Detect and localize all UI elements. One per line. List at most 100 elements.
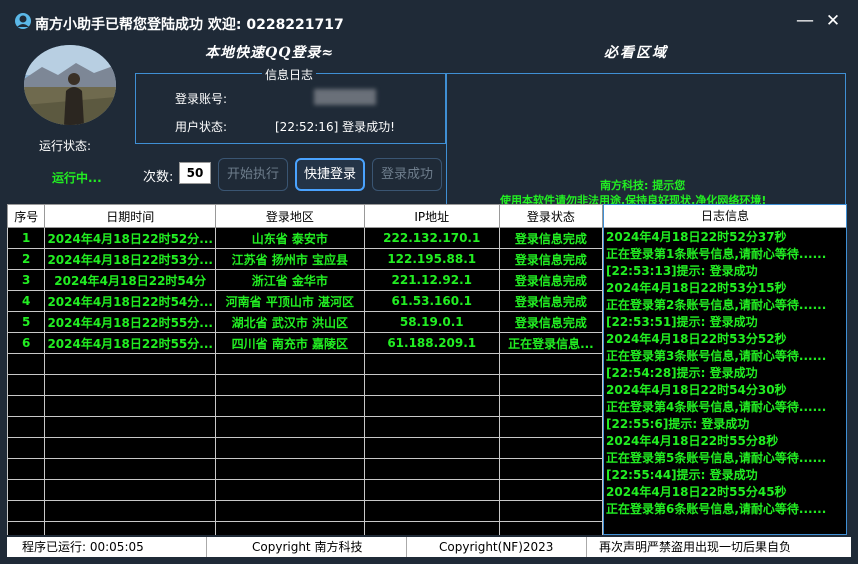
title-bar: 南方小助手已帮您登陆成功 欢迎: 0228221717 — ✕ bbox=[0, 0, 858, 46]
user-status-value: [22:52:16] 登录成功! bbox=[275, 120, 395, 134]
log-line: [22:53:13]提示: 登录成功 bbox=[606, 264, 758, 278]
table-cell bbox=[363, 374, 500, 396]
table-cell: 山东省 泰安市 bbox=[214, 227, 365, 249]
table-cell: 登录信息完成 bbox=[498, 248, 603, 270]
table-row-empty[interactable] bbox=[7, 479, 603, 501]
table-row-empty[interactable] bbox=[7, 437, 603, 459]
table-cell bbox=[498, 479, 603, 501]
close-icon: ✕ bbox=[825, 11, 841, 31]
table-cell bbox=[7, 374, 46, 396]
table-cell: 221.12.92.1 bbox=[363, 269, 500, 291]
table-row[interactable]: 2 2024年4月18日22时53分... 江苏省 扬州市 宝应县 122.195.8… bbox=[7, 248, 603, 270]
log-line: [22:55:44]提示: 登录成功 bbox=[606, 468, 758, 482]
table-cell: 登录信息完成 bbox=[498, 227, 603, 249]
disclaimer: 再次声明严禁盗用出现一切后果自负 bbox=[599, 540, 792, 554]
log-line: [22:54:28]提示: 登录成功 bbox=[606, 366, 758, 380]
copyright-year: Copyright(NF)2023 bbox=[407, 537, 587, 557]
column-header-ip[interactable]: IP地址 bbox=[363, 204, 500, 228]
table-cell: 江苏省 扬州市 宝应县 bbox=[214, 248, 365, 270]
log-panel[interactable]: 日志信息 2024年4月18日22时52分37秒 正在登录第1条账号信息,请耐心等… bbox=[603, 204, 847, 535]
table-cell bbox=[498, 500, 603, 522]
table-row-empty[interactable] bbox=[7, 416, 603, 438]
table-cell bbox=[214, 395, 365, 417]
uptime-status: 程序已运行: 00:05:05 bbox=[7, 537, 207, 557]
table-cell bbox=[498, 521, 603, 535]
table-cell bbox=[44, 416, 216, 438]
table-cell bbox=[7, 395, 46, 417]
avatar bbox=[24, 45, 116, 125]
table-cell: 6 bbox=[7, 332, 46, 354]
column-header-index[interactable]: 序号 bbox=[7, 204, 46, 228]
table-cell bbox=[7, 437, 46, 459]
log-line: 正在登录第4条账号信息,请耐心等待...... bbox=[606, 400, 827, 414]
notice-text: 使用本软件请勿非法用途,保持良好现状,净化网络环境! bbox=[500, 194, 767, 204]
table-row[interactable]: 5 2024年4月18日22时55分... 湖北省 武汉市 洪山区 58.19.0.1… bbox=[7, 311, 603, 333]
log-line: 2024年4月18日22时53分52秒 bbox=[606, 332, 787, 346]
table-cell bbox=[7, 353, 46, 375]
table-cell bbox=[7, 521, 46, 535]
count-input[interactable] bbox=[179, 162, 211, 184]
minimize-icon: — bbox=[796, 10, 814, 31]
table-row-empty[interactable] bbox=[7, 458, 603, 480]
column-header-status[interactable]: 登录状态 bbox=[498, 204, 603, 228]
table-row-empty[interactable] bbox=[7, 500, 603, 522]
table-row-empty[interactable] bbox=[7, 395, 603, 417]
table-cell bbox=[363, 437, 500, 459]
table-cell bbox=[363, 353, 500, 375]
table-row[interactable]: 6 2024年4月18日22时55分... 四川省 南充市 嘉陵区 61.188.20… bbox=[7, 332, 603, 354]
table-row[interactable]: 3 2024年4月18日22时54分 浙江省 金华市 221.12.92.1 登录信息完… bbox=[7, 269, 603, 291]
log-body: 2024年4月18日22时52分37秒 正在登录第1条账号信息,请耐心等待....… bbox=[604, 228, 846, 534]
table-cell: 3 bbox=[7, 269, 46, 291]
table-cell bbox=[363, 500, 500, 522]
table-cell: 登录信息完成 bbox=[498, 290, 603, 312]
table-row-empty[interactable] bbox=[7, 353, 603, 375]
table-cell bbox=[498, 353, 603, 375]
close-button[interactable]: ✕ bbox=[822, 10, 844, 32]
column-header-datetime[interactable]: 日期时间 bbox=[44, 204, 216, 228]
table-cell bbox=[214, 521, 365, 535]
table-cell: 122.195.88.1 bbox=[363, 248, 500, 270]
column-header-region[interactable]: 登录地区 bbox=[214, 204, 365, 228]
table-cell bbox=[363, 479, 500, 501]
table-cell bbox=[44, 395, 216, 417]
table-cell: 61.53.160.1 bbox=[363, 290, 500, 312]
table-cell bbox=[498, 458, 603, 480]
table-row-empty[interactable] bbox=[7, 374, 603, 396]
table-cell: 5 bbox=[7, 311, 46, 333]
log-line: 2024年4月18日22时55分8秒 bbox=[606, 434, 779, 448]
table-cell bbox=[44, 479, 216, 501]
table-cell: 1 bbox=[7, 227, 46, 249]
table-cell bbox=[44, 374, 216, 396]
quick-login-button[interactable]: 快捷登录 bbox=[295, 158, 365, 191]
run-status-value: 运行中... bbox=[52, 171, 102, 185]
table-cell: 登录信息完成 bbox=[498, 311, 603, 333]
count-label: 次数: bbox=[143, 170, 174, 185]
table-row-empty[interactable] bbox=[7, 521, 603, 535]
table-cell: 河南省 平顶山市 湛河区 bbox=[214, 290, 365, 312]
log-line: 2024年4月18日22时53分15秒 bbox=[606, 281, 787, 295]
table-row[interactable]: 4 2024年4月18日22时54分... 河南省 平顶山市 湛河区 61.53.16… bbox=[7, 290, 603, 312]
table-cell: 2024年4月18日22时53分... bbox=[44, 248, 216, 270]
log-header: 日志信息 bbox=[604, 205, 846, 228]
table-cell bbox=[214, 374, 365, 396]
table-cell bbox=[363, 521, 500, 535]
table-cell: 61.188.209.1 bbox=[363, 332, 500, 354]
start-button[interactable]: 开始执行 bbox=[218, 158, 288, 191]
table-cell bbox=[44, 500, 216, 522]
log-line: [22:55:6]提示: 登录成功 bbox=[606, 417, 750, 431]
account-label: 登录账号: bbox=[175, 92, 228, 106]
table-row[interactable]: 1 2024年4月18日22时52分... 山东省 泰安市 222.132.170.1… bbox=[7, 227, 603, 249]
table-cell bbox=[498, 374, 603, 396]
log-line: 正在登录第6条账号信息,请耐心等待...... bbox=[606, 502, 827, 516]
login-table[interactable]: 序号 日期时间 登录地区 IP地址 登录状态 1 2024年4月18日22时52分… bbox=[7, 204, 603, 535]
log-line: 2024年4月18日22时52分37秒 bbox=[606, 230, 787, 244]
window-title: 南方小助手已帮您登陆成功 欢迎: 0228221717 bbox=[35, 17, 344, 33]
account-value-redacted bbox=[314, 89, 376, 105]
minimize-button[interactable]: — bbox=[794, 10, 816, 32]
status-bar: 程序已运行: 00:05:05 Copyright 南方科技 Copyright… bbox=[7, 537, 851, 557]
table-cell bbox=[363, 416, 500, 438]
quick-login-heading: 本地快速QQ登录≈ bbox=[205, 45, 335, 61]
table-cell bbox=[7, 479, 46, 501]
login-success-button[interactable]: 登录成功 bbox=[372, 158, 442, 191]
log-line: 正在登录第5条账号信息,请耐心等待...... bbox=[606, 451, 827, 465]
